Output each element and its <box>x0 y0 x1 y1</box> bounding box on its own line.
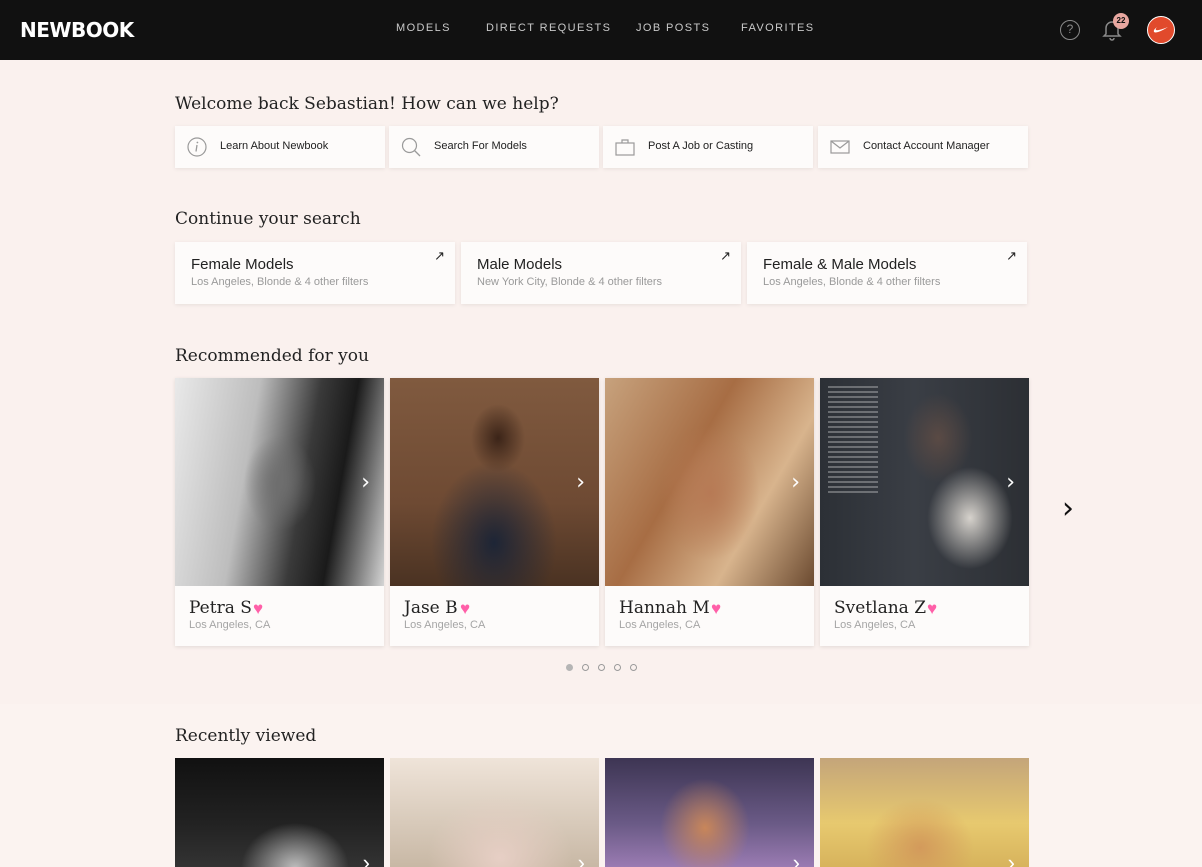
newbook-logo[interactable]: NEWBOOK <box>20 18 134 42</box>
saved-search-title: Male Models <box>477 256 563 273</box>
contact-account-manager-label: Contact Account Manager <box>863 140 990 152</box>
avatar[interactable] <box>1147 16 1175 44</box>
chevron-right-icon[interactable]: › <box>576 470 585 495</box>
post-job-label: Post A Job or Casting <box>648 140 754 152</box>
saved-search-filters: New York City, Blonde & 4 other filters <box>477 276 663 288</box>
chevron-right-icon[interactable]: › <box>361 470 370 495</box>
model-name: Petra S <box>189 598 252 618</box>
model-location: Los Angeles, CA <box>189 619 271 631</box>
post-job-button[interactable]: Post A Job or Casting <box>603 126 813 168</box>
nav-models[interactable]: MODELS <box>396 22 451 34</box>
notification-badge: 22 <box>1113 13 1129 29</box>
heart-icon[interactable]: ♥ <box>253 599 263 619</box>
heart-icon[interactable]: ♥ <box>927 599 937 619</box>
chevron-right-icon[interactable]: › <box>578 850 585 867</box>
info-icon <box>187 137 207 157</box>
heart-icon[interactable]: ♥ <box>460 599 470 619</box>
arrow-up-right-icon: ↗ <box>720 248 731 263</box>
model-name: Jase B <box>404 598 458 618</box>
saved-search-title: Female Models <box>191 256 294 273</box>
model-name: Svetlana Z <box>834 598 927 618</box>
learn-about-newbook-button[interactable]: Learn About Newbook <box>175 126 385 168</box>
model-photo[interactable]: › <box>390 378 599 586</box>
nav-direct-requests[interactable]: DIRECT REQUESTS <box>486 22 611 34</box>
contact-account-manager-button[interactable]: Contact Account Manager <box>818 126 1028 168</box>
heart-icon[interactable]: ♥ <box>711 599 721 619</box>
recommended-heading: Recommended for you <box>175 346 369 366</box>
search-icon <box>401 137 421 157</box>
chevron-right-icon[interactable]: › <box>791 470 800 495</box>
chevron-right-icon[interactable]: › <box>363 850 370 867</box>
saved-search-female-models[interactable]: Female Models Los Angeles, Blonde & 4 ot… <box>175 242 455 304</box>
continue-search-heading: Continue your search <box>175 209 361 229</box>
search-for-models-button[interactable]: Search For Models <box>389 126 599 168</box>
learn-about-newbook-label: Learn About Newbook <box>220 140 329 152</box>
model-location: Los Angeles, CA <box>619 619 701 631</box>
top-navbar: NEWBOOK MODELS DIRECT REQUESTS JOB POSTS… <box>0 0 1202 60</box>
nav-job-posts[interactable]: JOB POSTS <box>636 22 710 34</box>
carousel-dot[interactable] <box>598 664 605 671</box>
saved-search-filters: Los Angeles, Blonde & 4 other filters <box>763 276 941 288</box>
chevron-right-icon[interactable]: › <box>1006 470 1015 495</box>
model-photo[interactable]: › <box>175 378 384 586</box>
recent-model-card[interactable]: › <box>820 758 1029 867</box>
swoosh-logo-icon <box>1153 27 1168 33</box>
chevron-right-icon[interactable]: › <box>1008 850 1015 867</box>
saved-search-filters: Los Angeles, Blonde & 4 other filters <box>191 276 369 288</box>
saved-search-female-male-models[interactable]: Female & Male Models Los Angeles, Blonde… <box>747 242 1027 304</box>
model-card-svetlana[interactable]: › Svetlana Z ♥ Los Angeles, CA <box>820 378 1029 646</box>
recently-viewed-heading: Recently viewed <box>175 726 317 746</box>
carousel-dot[interactable] <box>566 664 573 671</box>
recent-model-card[interactable]: › <box>605 758 814 867</box>
mail-icon <box>830 140 850 154</box>
model-location: Los Angeles, CA <box>834 619 916 631</box>
briefcase-icon <box>615 139 635 156</box>
carousel-next-button[interactable]: › <box>1062 494 1074 524</box>
model-location: Los Angeles, CA <box>404 619 486 631</box>
saved-search-male-models[interactable]: Male Models New York City, Blonde & 4 ot… <box>461 242 741 304</box>
chevron-right-icon[interactable]: › <box>793 850 800 867</box>
model-card-jase[interactable]: › Jase B ♥ Los Angeles, CA <box>390 378 599 646</box>
carousel-dot[interactable] <box>614 664 621 671</box>
model-photo[interactable]: › <box>605 378 814 586</box>
search-for-models-label: Search For Models <box>434 140 527 152</box>
arrow-up-right-icon: ↗ <box>1006 248 1017 263</box>
model-photo[interactable]: › <box>820 378 1029 586</box>
recent-model-card[interactable]: › <box>390 758 599 867</box>
carousel-dot[interactable] <box>630 664 637 671</box>
carousel-dot[interactable] <box>582 664 589 671</box>
help-icon[interactable]: ? <box>1060 20 1080 40</box>
nav-favorites[interactable]: FAVORITES <box>741 22 815 34</box>
welcome-heading: Welcome back Sebastian! How can we help? <box>175 94 559 114</box>
arrow-up-right-icon: ↗ <box>434 248 445 263</box>
model-name: Hannah M <box>619 598 710 618</box>
recent-model-card[interactable]: › <box>175 758 384 867</box>
model-card-petra[interactable]: › Petra S ♥ Los Angeles, CA <box>175 378 384 646</box>
model-card-hannah[interactable]: › Hannah M ♥ Los Angeles, CA <box>605 378 814 646</box>
saved-search-title: Female & Male Models <box>763 256 917 273</box>
magazine-text-column <box>828 386 878 496</box>
